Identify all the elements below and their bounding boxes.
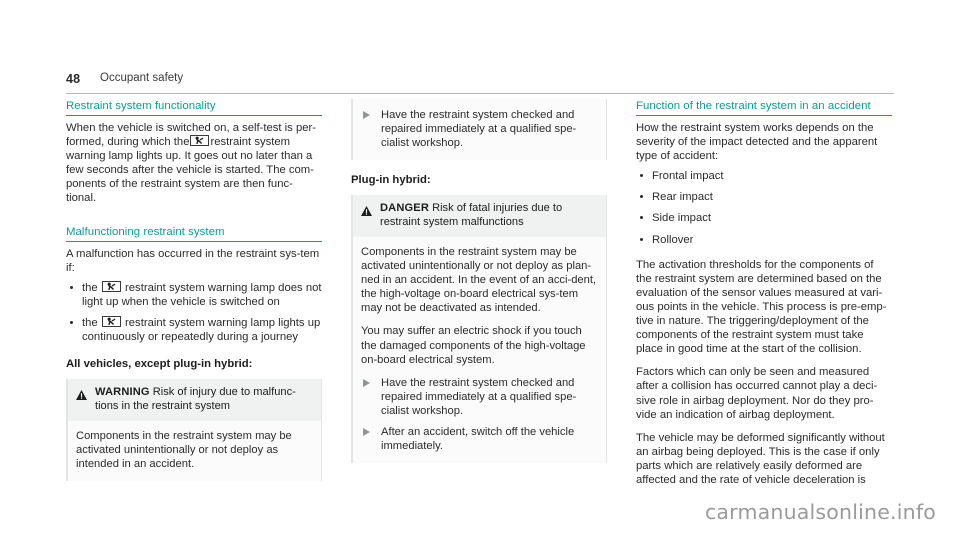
page-header: 48 Occupant safety [66,72,894,94]
paragraph-restraint-functionality: When the vehicle is switched on, a self-… [66,121,322,206]
list-item: After an accident, switch off the vehicl… [361,425,597,453]
warning-box-paragraph: Components in the restraint system may b… [76,429,292,470]
accident-type-list: Frontal impact Rear impact Side impact R… [636,169,892,246]
list-item: Frontal impact [636,169,892,183]
action-arrow-icon [363,428,370,436]
paragraph-accident-intro: How the restraint system works depends o… [636,122,878,163]
action-text: After an accident, switch off the vehicl… [381,426,575,453]
list-item: Rear impact [636,190,892,204]
list-item: the restraint system warning lamp lights… [66,315,322,344]
heading-function-in-accident: Function of the restraint system in an a… [636,99,892,116]
paragraph-factors: Factors which can only be seen and measu… [636,366,878,421]
heading-restraint-system-functionality: Restraint system functionality [66,99,322,116]
malfunction-bullet-list: the restraint system warning lamp does n… [66,280,322,344]
bullet-text: Side impact [652,212,712,225]
action-arrow-icon [363,378,370,387]
bullet-text: Frontal impact [652,170,724,183]
danger-box-header: DANGER Risk of fatal injuries due to res… [353,195,606,237]
bullet-dot-icon [640,195,643,199]
warning-box-title: WARNING Risk of injury due to malfunc-ti… [95,386,312,414]
danger-box-body: Components in the restraint system may b… [353,236,606,464]
warning-keyword: WARNING [95,386,150,399]
danger-box-paragraph-1: Components in the restraint system may b… [361,245,597,315]
page-columns: Restraint system functionality When the … [66,99,894,499]
bullet-dot-icon [70,320,73,324]
page-number: 48 [66,72,81,86]
paragraph-malfunction-intro: A malfunction has occurred in the restra… [66,247,320,274]
bullet-dot-icon [640,216,643,220]
paragraph-activation-thresholds: The activation thresholds for the compon… [636,258,887,356]
warning-box-body: Components in the restraint system may b… [68,420,321,482]
restraint-system-warning-lamp-icon [101,315,121,327]
danger-box-paragraph-2: You may suffer an electric shock if you … [361,325,586,366]
lead-in-plug-in-hybrid: Plug-in hybrid: [351,174,431,187]
warning-box-header: WARNING Risk of injury due to malfunc-ti… [68,379,321,421]
warning-action-list: Have the restraint system checked and re… [361,108,597,150]
list-item: Have the restraint system checked and re… [361,376,597,418]
list-item: the restraint system warning lamp does n… [66,280,322,309]
bullet-dot-icon [640,237,643,241]
restraint-system-warning-lamp-icon [190,135,210,147]
danger-action-list: Have the restraint system checked and re… [361,376,597,453]
bullet-text: Rollover [652,233,694,246]
warning-box-continued-body: Have the restraint system checked and re… [353,99,606,161]
warning-box-continued: Have the restraint system checked and re… [351,99,607,161]
warning-triangle-icon [361,203,372,221]
action-text: Have the restraint system checked and re… [381,109,577,150]
list-item: Rollover [636,233,892,247]
paragraph-deformation: The vehicle may be deformed significantl… [636,431,885,486]
column-middle: Have the restraint system checked and re… [351,99,607,499]
watermark: carmanualsonline.info [704,500,936,524]
column-right: Function of the restraint system in an a… [636,99,892,499]
lead-in-all-vehicles: All vehicles, except plug-in hybrid: [66,358,253,371]
warning-box: WARNING Risk of injury due to malfunc-ti… [66,379,322,482]
bullet-dot-icon [640,174,643,178]
action-arrow-icon [363,111,370,119]
warning-triangle-icon [76,387,87,405]
column-left: Restraint system functionality When the … [66,99,322,499]
danger-box-title: DANGER Risk of fatal injuries due to res… [380,202,597,230]
bullet-text-before: the [82,281,98,294]
bullet-dot-icon [70,285,73,289]
heading-malfunctioning-restraint-system: Malfunctioning restraint system [66,225,322,242]
danger-box: DANGER Risk of fatal injuries due to res… [351,195,607,464]
restraint-system-warning-lamp-icon [101,280,121,292]
chapter-title: Occupant safety [100,72,184,84]
bullet-text-before: the [82,316,98,329]
list-item: Have the restraint system checked and re… [361,108,597,150]
list-item: Side impact [636,211,892,225]
bullet-text: Rear impact [652,191,713,204]
danger-keyword: DANGER [380,202,429,215]
action-text: Have the restraint system checked and re… [381,376,577,417]
